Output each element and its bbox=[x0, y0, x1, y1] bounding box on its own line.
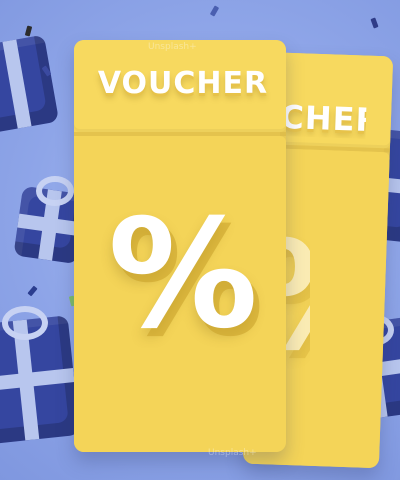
voucher-front-title: VOUCHER bbox=[97, 66, 269, 101]
gift-bow bbox=[36, 176, 74, 206]
gift-bow bbox=[2, 306, 48, 340]
watermark: Unsplash+ bbox=[148, 42, 197, 52]
gift-ribbon bbox=[2, 39, 32, 129]
watermark: Unsplash+ bbox=[208, 448, 257, 458]
illustration-scene: VOUCHER % VOUCHER % Unsplash+ Unsplash+ bbox=[0, 0, 400, 480]
percent-symbol: % bbox=[107, 188, 259, 362]
gift-ribbon bbox=[0, 368, 75, 392]
